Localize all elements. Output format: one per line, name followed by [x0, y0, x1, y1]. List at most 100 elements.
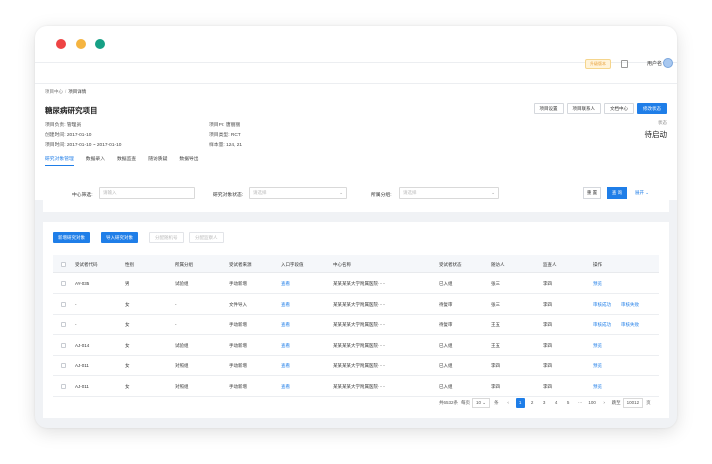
col-field: 入口字段值 — [281, 262, 304, 267]
cell-field-link[interactable]: 查看 — [281, 363, 290, 369]
page-5[interactable]: 5 — [564, 398, 573, 408]
page-2[interactable]: 2 — [528, 398, 537, 408]
center-filter-input[interactable]: 请输入 — [99, 187, 195, 199]
table-row: AJ-011 女 对照组 手动新增 查看 某某某某大学附属医院····· 已入组 李四 李四 预览 — [53, 376, 659, 397]
cell-group: 对照组 — [175, 383, 189, 389]
cell-follow: 王五 — [491, 322, 500, 327]
chevron-down-icon: ⌄ — [491, 190, 495, 195]
goto-label: 跳至 — [611, 400, 621, 405]
row-action-link[interactable]: 审核失败 — [621, 322, 639, 328]
group-filter-select[interactable]: 请选择 ⌄ — [399, 187, 499, 199]
cell-field-link[interactable]: 查看 — [281, 281, 290, 287]
cell-monitor: 李四 — [543, 342, 552, 348]
row-action-link[interactable]: 预览 — [593, 363, 602, 369]
row-checkbox[interactable] — [61, 383, 66, 389]
tab-data-export[interactable]: 数据导出 — [179, 155, 198, 166]
cell-center: 某某某某大学附属医院····· — [333, 383, 386, 389]
avatar[interactable] — [663, 58, 673, 68]
assign-random-number-button[interactable]: 分配随机号 — [149, 232, 184, 243]
status-filter-select[interactable]: 请选择 ⌄ — [249, 187, 347, 199]
cell-status: 待复审 — [439, 301, 453, 307]
tab-data-entry[interactable]: 数据录入 — [86, 155, 105, 166]
cell-code: - — [75, 322, 77, 327]
cell-monitor: 李四 — [543, 322, 552, 327]
goto-page-input[interactable]: 10012 — [622, 398, 644, 408]
query-button[interactable]: 查 询 — [607, 187, 627, 199]
row-checkbox[interactable] — [61, 363, 66, 368]
row-action-link[interactable]: 审核失败 — [621, 302, 639, 308]
row-checkbox[interactable] — [61, 281, 66, 286]
cell-field-link[interactable]: 查看 — [281, 384, 290, 390]
page-ellipsis[interactable]: ··· — [576, 398, 585, 408]
cell-code: - — [75, 301, 77, 307]
username-label[interactable]: 用户名 — [647, 60, 662, 67]
document-center-button[interactable]: 文档中心 — [604, 103, 634, 114]
cell-follow: 李四 — [491, 383, 500, 389]
tab-data-monitor[interactable]: 数据监查 — [117, 155, 136, 166]
row-checkbox[interactable] — [61, 322, 66, 327]
cell-field-link[interactable]: 查看 — [281, 322, 290, 328]
breadcrumb-item-project-center[interactable]: 项目中心 — [45, 89, 63, 94]
cell-status: 已入组 — [439, 363, 453, 368]
minimize-window-button[interactable] — [76, 39, 86, 49]
tab-followup-query[interactable]: 随访质疑 — [148, 155, 167, 166]
notification-icon[interactable] — [621, 60, 628, 68]
cell-group: - — [175, 301, 177, 307]
row-action-link[interactable]: 预览 — [593, 343, 602, 349]
cell-code: AY-035 — [75, 281, 90, 286]
reset-button[interactable]: 重 置 — [583, 187, 601, 199]
cell-field-link[interactable]: 查看 — [281, 302, 290, 308]
cell-code: AJ-011 — [75, 363, 89, 368]
cell-sex: 男 — [125, 281, 130, 286]
assign-monitor-button[interactable]: 分配监察人 — [189, 232, 224, 243]
next-page-button[interactable]: › — [600, 398, 609, 408]
prev-page-button[interactable]: ‹ — [504, 398, 513, 408]
cell-follow: 张三 — [491, 281, 500, 286]
row-action-link[interactable]: 预览 — [593, 281, 602, 287]
project-toolbar: 项目设置 项目联系人 文档中心 修改状态 — [533, 103, 667, 114]
page-3[interactable]: 3 — [540, 398, 549, 408]
close-window-button[interactable] — [56, 39, 66, 49]
row-action-link[interactable]: 审核成功 — [593, 302, 611, 308]
tab-subjects[interactable]: 研究对象管理 — [45, 155, 74, 166]
info-pi: 项目PI: 唐丽丽 — [209, 123, 241, 128]
cell-center: 某某某某大学附属医院····· — [333, 363, 386, 368]
project-contacts-button[interactable]: 项目联系人 — [566, 103, 601, 114]
col-code: 受试者代码 — [75, 262, 98, 267]
group-filter-label: 所属分组: — [371, 193, 392, 198]
cell-group: 试验组 — [175, 342, 189, 348]
row-checkbox[interactable] — [61, 301, 66, 307]
cell-sex: 女 — [125, 322, 130, 327]
change-status-button[interactable]: 修改状态 — [637, 103, 667, 114]
upgrade-badge[interactable]: 升级版本 — [585, 59, 611, 69]
total-count: 共6532条 — [439, 400, 459, 405]
page-100[interactable]: 100 — [588, 398, 597, 408]
row-checkbox[interactable] — [61, 342, 66, 348]
project-tabs: 研究对象管理 数据录入 数据监查 随访质疑 数据导出 — [45, 155, 199, 166]
row-action-link[interactable]: 预览 — [593, 384, 602, 390]
info-sample: 样本量: 124, 21 — [209, 143, 243, 148]
cell-sex: 女 — [125, 363, 130, 368]
cell-monitor: 李四 — [543, 383, 552, 389]
per-page-select[interactable]: 10 ⌄ — [472, 398, 491, 408]
row-action-link[interactable]: 审核成功 — [593, 322, 611, 328]
cell-field-link[interactable]: 查看 — [281, 343, 290, 349]
expand-filters-link[interactable]: 展开 ⌄ — [635, 190, 649, 196]
col-center: 中心名称 — [333, 262, 351, 267]
cell-center: 某某某某大学附属医院····· — [333, 301, 386, 307]
page-1[interactable]: 1 — [515, 398, 525, 408]
project-settings-button[interactable]: 项目设置 — [533, 103, 564, 114]
status-filter-label: 研究对象状态: — [213, 193, 244, 198]
cell-monitor: 李四 — [543, 363, 552, 368]
status-label: 状态 — [658, 120, 667, 125]
cell-group: 对照组 — [175, 363, 189, 368]
cell-center: 某某某某大学附属医院····· — [333, 322, 386, 327]
page-4[interactable]: 4 — [552, 398, 561, 408]
add-subject-button[interactable]: 新增研究对象 — [53, 232, 90, 243]
maximize-window-button[interactable] — [95, 39, 105, 49]
import-subject-button[interactable]: 导入研究对象 — [101, 232, 138, 243]
info-type: 项目类型: RCT — [209, 133, 241, 138]
info-created: 创建时间: 2017-01-10 — [45, 133, 92, 138]
select-all-checkbox[interactable] — [61, 262, 66, 267]
app-window: 升级版本 用户名 项目中心 / 项目详情 糖尿病研究项目 项目设置 项目联系人 文档… — [35, 26, 677, 428]
